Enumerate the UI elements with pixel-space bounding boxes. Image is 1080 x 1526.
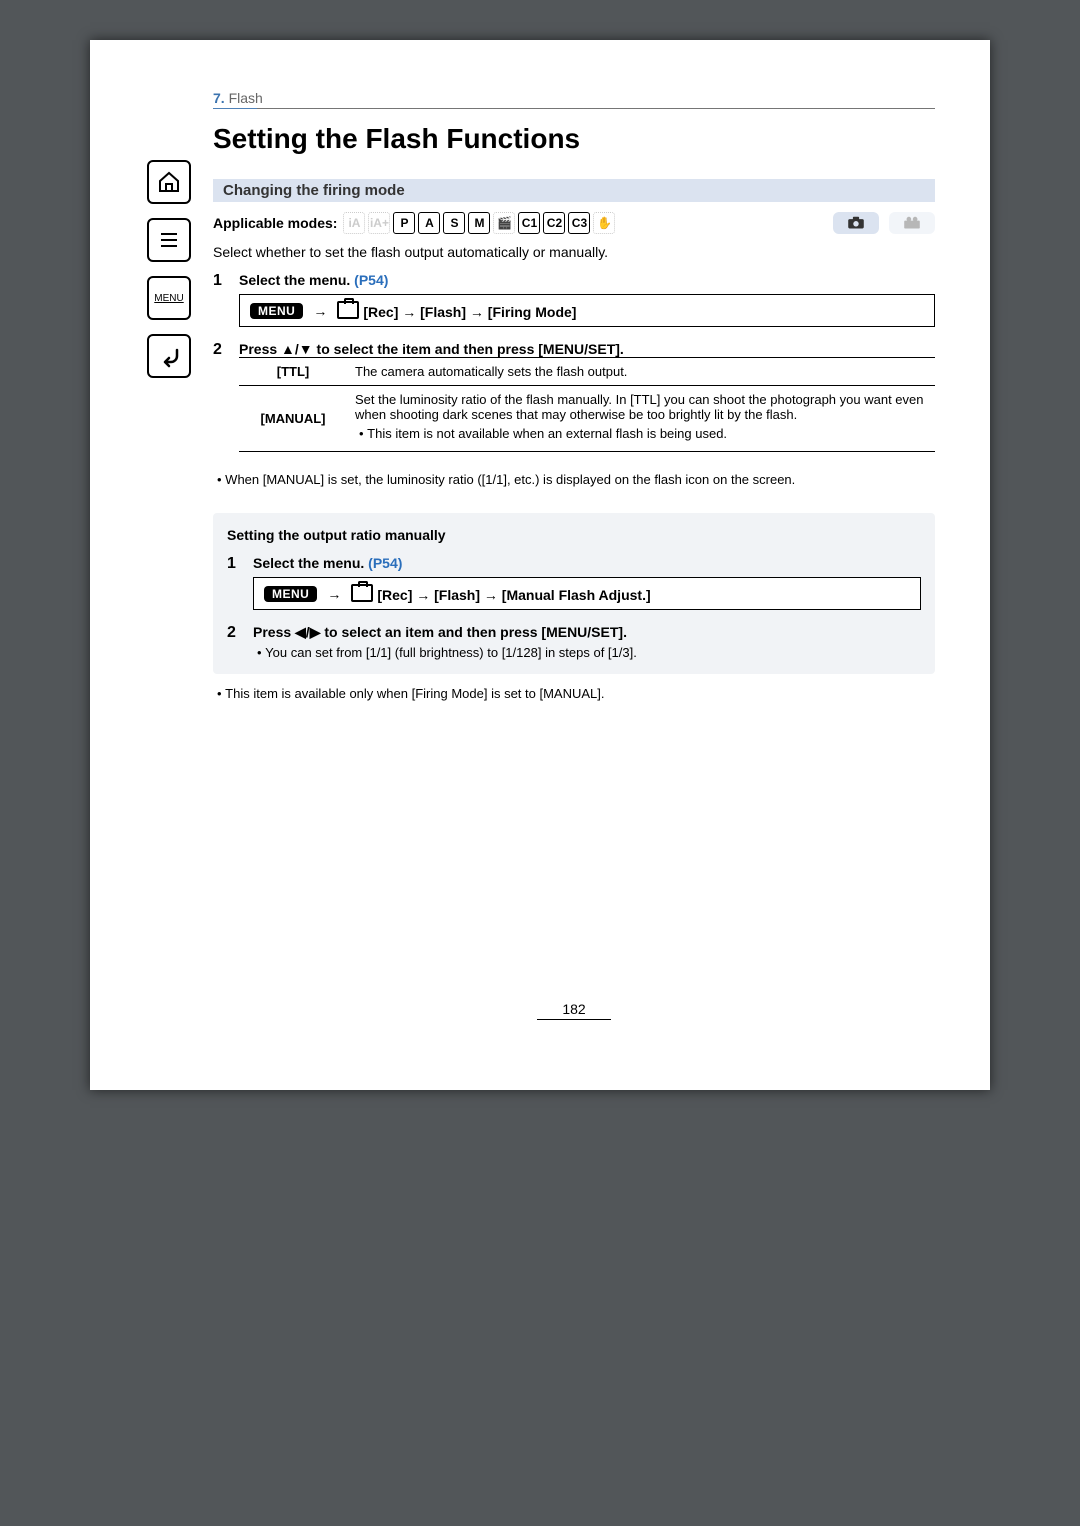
page-content: 7. Flash Setting the Flash Functions Cha… [213, 90, 935, 1020]
photo-pill [833, 212, 879, 234]
nav-sidebar: MENU [145, 90, 193, 1020]
rec-icon [337, 301, 359, 319]
step1-text: Select the menu. [253, 555, 368, 571]
step2-text: Press ◀/▶ to select an item and then pre… [253, 624, 627, 640]
step-number: 2 [227, 622, 253, 666]
mode-icons: iAiA+PASM🎬C1C2C3✋ [343, 212, 615, 234]
mode-box: P [393, 212, 415, 234]
mode-box: C3 [568, 212, 590, 234]
divider [213, 108, 935, 109]
menu-path-firing-mode: MENU → [Rec] → [Flash] → [Firing Mode] [239, 294, 935, 327]
subsection-output-ratio: Setting the output ratio manually 1 Sele… [213, 513, 935, 674]
back-arrow-icon [157, 344, 181, 368]
menu-badge: MENU [250, 303, 303, 319]
camera-icon [846, 216, 866, 230]
option-name: [TTL] [239, 358, 347, 386]
rec-icon [351, 584, 373, 602]
menu-button-label: MENU [154, 293, 183, 304]
home-icon [157, 170, 181, 194]
options-table: [TTL]The camera automatically sets the f… [239, 357, 935, 452]
manual-page: MENU 7. Flash Setting the Flash Function… [90, 40, 990, 1090]
menu-badge: MENU [264, 586, 317, 602]
applicable-modes-label: Applicable modes: [213, 215, 337, 231]
video-pill [889, 212, 935, 234]
menu-path-value: [Rec] → [Flash] → [Firing Mode] [363, 304, 576, 320]
mode-box: iA+ [368, 212, 390, 234]
film-icon [902, 216, 922, 230]
step-number: 2 [213, 339, 239, 468]
mode-box: 🎬 [493, 212, 515, 234]
breadcrumb-chapter: 7. [213, 90, 225, 106]
mode-box: M [468, 212, 490, 234]
option-row: [MANUAL]Set the luminosity ratio of the … [239, 386, 935, 452]
breadcrumb: 7. Flash [213, 90, 935, 106]
section1-steps: 1 Select the menu. (P54) MENU → [Rec] → … [213, 270, 935, 468]
step-number: 1 [213, 270, 239, 339]
mode-box: C1 [518, 212, 540, 234]
arrow-icon: → [313, 303, 327, 319]
page-title: Setting the Flash Functions [213, 123, 935, 155]
breadcrumb-label: Flash [229, 90, 263, 106]
recording-indicator-pills [833, 212, 935, 234]
subsection-heading: Setting the output ratio manually [227, 527, 921, 543]
back-button[interactable] [147, 334, 191, 378]
mode-box: A [418, 212, 440, 234]
menu-path-text: [Rec] → [Flash] → [Firing Mode] [337, 301, 576, 320]
applicable-modes-row: Applicable modes: iAiA+PASM🎬C1C2C3✋ [213, 212, 935, 234]
section2-steps: 1 Select the menu. (P54) MENU → [Rec] → … [227, 553, 921, 666]
option-name: [MANUAL] [239, 386, 347, 452]
step-number: 1 [227, 553, 253, 622]
page-number-wrap: 182 [213, 971, 935, 1020]
option-desc: The camera automatically sets the flash … [347, 358, 935, 386]
page-number: 182 [537, 1001, 610, 1020]
step1-link[interactable]: (P54) [354, 272, 388, 288]
arrow-icon: → [327, 586, 341, 602]
mode-box: S [443, 212, 465, 234]
list-icon [157, 228, 181, 252]
menu-path-manual-adjust: MENU → [Rec] → [Flash] → [Manual Flash A… [253, 577, 921, 610]
menu-path-value: [Rec] → [Flash] → [Manual Flash Adjust.] [377, 587, 650, 603]
option-note: This item is not available when an exter… [355, 426, 927, 441]
mode-box: iA [343, 212, 365, 234]
step2-note: You can set from [1/1] (full brightness)… [253, 645, 921, 660]
home-button[interactable] [147, 160, 191, 204]
menu-path-text: [Rec] → [Flash] → [Manual Flash Adjust.] [351, 584, 650, 603]
toc-button[interactable] [147, 218, 191, 262]
mode-box: ✋ [593, 212, 615, 234]
option-row: [TTL]The camera automatically sets the f… [239, 358, 935, 386]
mode-box: C2 [543, 212, 565, 234]
section1-footnote: When [MANUAL] is set, the luminosity rat… [213, 472, 935, 487]
step1-text: Select the menu. [239, 272, 354, 288]
section1-intro: Select whether to set the flash output a… [213, 244, 935, 260]
section-heading-firing-mode: Changing the firing mode [213, 179, 935, 202]
menu-button[interactable]: MENU [147, 276, 191, 320]
step2-text: Press ▲/▼ to select the item and then pr… [239, 341, 624, 357]
option-desc: Set the luminosity ratio of the flash ma… [347, 386, 935, 452]
step1-link[interactable]: (P54) [368, 555, 402, 571]
section2-footnote: This item is available only when [Firing… [213, 686, 935, 701]
